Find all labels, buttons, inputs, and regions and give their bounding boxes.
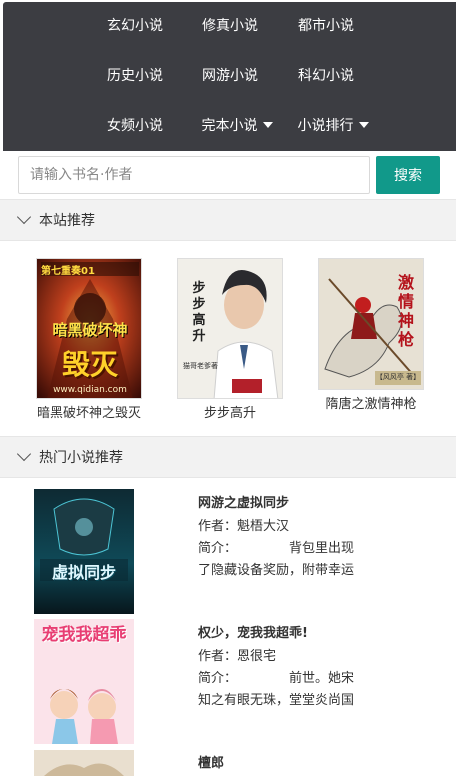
hot-book-author: 作者：恩很宅 — [198, 645, 276, 664]
section-title: 热门小说推荐 — [39, 450, 123, 466]
nav-item-label: 历史小说 — [107, 68, 163, 84]
nav-item-label: 完本小说 — [201, 118, 258, 134]
recommended-book[interactable]: 步步高升 猫哥老爹著 步步高升 — [160, 258, 300, 423]
intro-text: 前世。她宋 — [289, 671, 355, 686]
cover-author-text: 猫哥老爹著 — [183, 362, 218, 370]
top-navigation: 玄幻小说 修真小说 都市小说 历史小说 网游小说 科幻小说 女频小说 完本小说 … — [3, 2, 456, 151]
nav-item-label: 科幻小说 — [298, 68, 354, 84]
nav-item-dushi[interactable]: 都市小说 — [278, 6, 374, 46]
book-cover: 激情神枪 【风风亭 著】 — [318, 258, 424, 390]
nav-item-paihang[interactable]: 小说排行 — [285, 106, 381, 146]
cover-title-text: 虚拟同步 — [51, 563, 116, 582]
caret-down-icon — [262, 122, 273, 128]
cover-title-text: 宠我我超乖 — [41, 625, 127, 645]
book-cover-art — [34, 750, 134, 776]
author-name: 魁梧大汉 — [237, 519, 290, 534]
search-input[interactable] — [18, 156, 370, 194]
hot-book-intro-continued: 了隐藏设备奖励，附带幸运 — [198, 563, 355, 578]
hot-book-title[interactable]: 檀郎 — [198, 752, 224, 771]
cover-title-text: 步步高升 — [192, 281, 206, 344]
section-title: 本站推荐 — [39, 213, 95, 229]
hot-book-cover[interactable]: 虚拟同步 — [34, 489, 134, 614]
section-header-hot[interactable]: 热门小说推荐 — [0, 436, 456, 478]
cover-series-text: 第七重奏01 — [41, 266, 95, 277]
hot-book-title[interactable]: 权少，宠我我超乖! — [198, 622, 308, 641]
search-button[interactable]: 搜索 — [376, 156, 440, 194]
hot-book-intro: 简介： 背包里出现 — [198, 537, 354, 556]
chevron-down-icon — [16, 446, 32, 462]
section-header-recommend[interactable]: 本站推荐 — [0, 199, 456, 241]
author-name: 恩很宅 — [237, 649, 277, 664]
book-cover-art — [34, 489, 134, 614]
intro-label: 简介： — [198, 541, 238, 556]
intro-text: 背包里出现 — [289, 541, 355, 556]
nav-item-label: 小说排行 — [297, 118, 354, 134]
cover-big-text: 毁灭 — [61, 348, 118, 381]
nav-item-xiuzhen[interactable]: 修真小说 — [182, 6, 278, 46]
cover-title-text: 激情神枪 — [397, 273, 414, 349]
hot-book-intro: 简介： 前世。她宋 — [198, 667, 354, 686]
intro-label: 简介： — [198, 671, 238, 686]
book-title: 隋唐之激情神枪 — [325, 397, 417, 412]
book-cover: 第七重奏01 暗黑破坏神 毁灭 www.qidian.com — [36, 258, 142, 399]
cover-url-text: www.qidian.com — [53, 385, 127, 395]
nav-item-nvpin[interactable]: 女频小说 — [87, 106, 183, 146]
nav-item-label: 都市小说 — [298, 18, 354, 34]
nav-item-kehuan[interactable]: 科幻小说 — [278, 56, 374, 96]
author-label: 作者： — [198, 519, 238, 534]
book-title: 步步高升 — [203, 406, 256, 421]
nav-item-lishi[interactable]: 历史小说 — [87, 56, 183, 96]
cover-main-text: 暗黑破坏神 — [52, 321, 128, 339]
hot-book-intro-continued: 知之有眼无珠，堂堂炎尚国 — [198, 693, 355, 708]
caret-down-icon — [358, 122, 369, 128]
hot-book-title[interactable]: 网游之虚拟同步 — [198, 492, 289, 511]
chevron-down-icon — [16, 209, 32, 225]
nav-item-label: 网游小说 — [202, 68, 258, 84]
author-label: 作者： — [198, 649, 238, 664]
nav-item-label: 玄幻小说 — [107, 18, 163, 34]
nav-item-wanben[interactable]: 完本小说 — [189, 106, 285, 146]
nav-item-label: 修真小说 — [202, 18, 258, 34]
recommended-book[interactable]: 第七重奏01 暗黑破坏神 毁灭 www.qidian.com 暗黑破坏神之毁灭 — [19, 258, 159, 423]
book-title: 暗黑破坏神之毁灭 — [36, 406, 141, 421]
recommended-book[interactable]: 激情神枪 【风风亭 著】 隋唐之激情神枪 — [301, 258, 441, 423]
nav-item-xuanhuan[interactable]: 玄幻小说 — [87, 6, 183, 46]
hot-book-cover[interactable]: 檀郎 — [34, 750, 134, 776]
nav-item-wangyou[interactable]: 网游小说 — [182, 56, 278, 96]
cover-author-text: 【风风亭 著】 — [375, 373, 421, 381]
hot-book-cover[interactable]: 宠我我超乖 — [34, 619, 134, 744]
hot-book-author: 作者：魁梧大汉 — [198, 515, 289, 534]
nav-item-label: 女频小说 — [107, 118, 163, 134]
book-cover: 步步高升 猫哥老爹著 — [177, 258, 283, 399]
